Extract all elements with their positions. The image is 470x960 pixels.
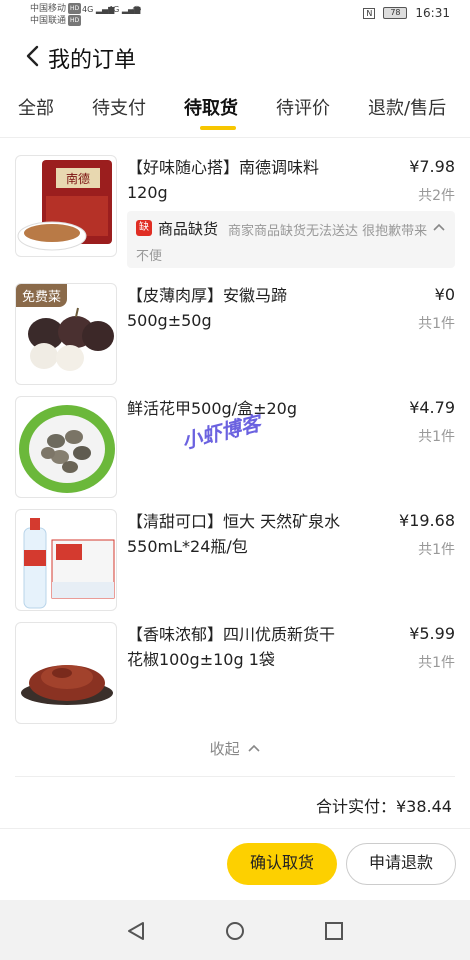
order-item[interactable]: 【清甜可口】恒大 天然矿泉水550mL*24瓶/包 ¥19.68 共1件 [15,509,455,611]
item-price: ¥4.79 [409,398,455,417]
stockout-description: 商家商品缺货无法送达 很抱歉带来不便 [136,224,428,264]
request-refund-button[interactable]: 申请退款 [346,843,456,885]
chevron-up-icon[interactable] [433,223,445,231]
item-price: ¥7.98 [409,157,455,176]
tab-pending-pickup[interactable]: 待取货 [184,94,238,120]
divider [0,828,470,829]
tab-pending-review[interactable]: 待评价 [276,94,330,120]
nav-back-icon[interactable] [125,920,147,942]
nav-home-icon[interactable] [224,920,246,942]
nav-recents-icon[interactable] [323,920,345,942]
confirm-pickup-button[interactable]: 确认取货 [227,843,337,885]
stockout-notice[interactable]: 缺 商品缺货 商家商品缺货无法送达 很抱歉带来不便 [127,211,455,268]
item-title: 【皮薄肉厚】安徽马蹄500g±50g [127,286,288,330]
svg-text:南德: 南德 [66,171,90,186]
collapse-label: 收起 [209,740,240,758]
collapse-button[interactable]: 收起 [0,738,470,759]
divider [15,776,455,777]
status-bar: 中国移动 HD 中国联通 HD 4G ▂▄▆ 4G ▂▄▆ ◠ N 78 16:31 [0,0,470,30]
item-price: ¥5.99 [409,624,455,643]
network-type: 4G [82,5,94,14]
carrier-2-label: 中国联通 [30,16,67,26]
order-item[interactable]: 免费菜 【皮薄肉厚】安徽马蹄500g±50g ¥0 共1件 [15,283,455,385]
back-arrow-icon[interactable] [24,44,40,68]
item-quantity: 共2件 [418,188,455,204]
item-title: 【好味随心搭】南德调味料120g [127,158,320,202]
system-nav-bar [0,900,470,960]
order-total: 合计实付：¥38.44 [316,797,452,816]
network-type: 4G [108,5,120,14]
wifi-icon: ◠ [132,3,142,16]
active-tab-indicator [200,126,236,130]
free-item-tag: 免费菜 [16,284,68,307]
item-title: 【香味浓郁】四川优质新货干花椒100g±10g 1袋 [127,625,336,669]
hd-badge: HD [68,15,82,26]
carrier-1-label: 中国移动 [30,4,67,14]
tab-all[interactable]: 全部 [18,94,54,120]
item-quantity: 共1件 [418,429,455,445]
mineral-water-image [15,509,117,611]
page-title: 我的订单 [48,48,137,73]
item-price: ¥0 [434,285,455,304]
item-quantity: 共1件 [418,655,455,671]
clams-image [15,396,117,498]
water-chestnut-image: 免费菜 [15,283,117,385]
item-price: ¥19.68 [399,511,455,530]
nfc-icon: N [363,7,376,19]
battery-icon: 78 [383,7,408,19]
chevron-up-icon [248,744,260,752]
item-quantity: 共1件 [418,316,455,332]
hd-badge: HD [68,3,82,14]
sichuan-pepper-image [15,622,117,724]
carrier-1: 中国移动 HD [30,3,82,15]
tab-pending-payment[interactable]: 待支付 [92,94,146,120]
seasoning-pack-image: 南德 [15,155,117,257]
clock: 16:31 [415,6,450,20]
order-item[interactable]: 南德 【好味随心搭】南德调味料120g ¥7.98 共2件 缺 商品缺货 商家商… [15,155,455,270]
carrier-2: 中国联通 HD [30,15,82,27]
order-tabs: 全部 待支付 待取货 待评价 退款/售后 [0,82,470,138]
tab-refund[interactable]: 退款/售后 [368,94,446,120]
header: 我的订单 [0,30,470,82]
item-title: 【清甜可口】恒大 天然矿泉水550mL*24瓶/包 [127,512,341,556]
item-quantity: 共1件 [418,542,455,558]
order-item[interactable]: 【香味浓郁】四川优质新货干花椒100g±10g 1袋 ¥5.99 共1件 [15,622,455,724]
status-right: N 78 16:31 [363,6,450,20]
